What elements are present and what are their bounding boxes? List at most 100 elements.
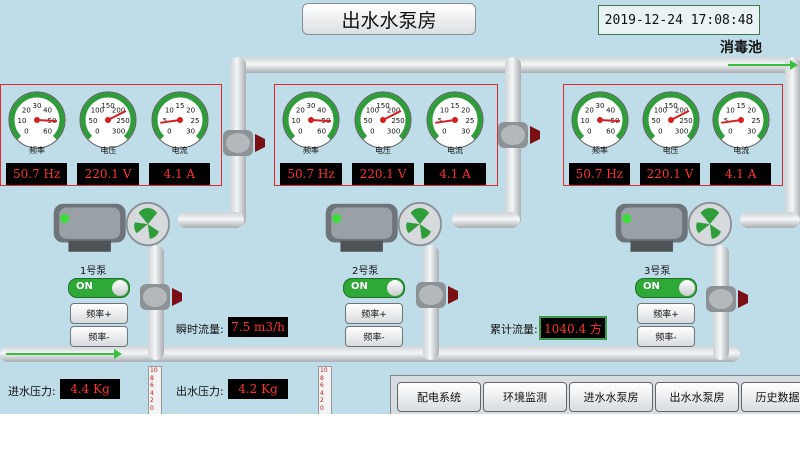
gauge-tick-label: 40 <box>317 106 326 114</box>
gauge-readout: 50.7 Hz <box>569 163 630 185</box>
gauge-readout: 50.7 Hz <box>280 163 342 185</box>
gauge-tick-label: 300 <box>112 128 125 136</box>
flow-arrow-top <box>728 60 798 70</box>
pump-2-on-toggle[interactable]: ON <box>343 278 405 298</box>
gauge-tick-label: 25 <box>752 117 761 125</box>
gauge-tick-label: 30 <box>33 102 42 110</box>
gauge-tick-label: 20 <box>296 106 305 114</box>
pipe-riser-3 <box>785 57 800 227</box>
nav-inlet-pump-room-button[interactable]: 进水水泵房 <box>569 382 653 412</box>
gauge-tick-label: 40 <box>43 106 52 114</box>
valve-icon[interactable] <box>221 126 271 160</box>
pump-3-on-toggle[interactable]: ON <box>635 278 697 298</box>
pressure-scale-tick: 4 <box>150 389 154 397</box>
gauge-readout: 220.1 V <box>77 163 139 185</box>
pump-name-2: 2号泵 <box>352 266 379 277</box>
pump-2-freq-down-button[interactable]: 频率- <box>345 326 403 347</box>
pump-3-freq-down-button[interactable]: 频率- <box>637 326 695 347</box>
gauge-readout: 50.7 Hz <box>6 163 68 185</box>
gauge-readout: 4.1 A <box>424 163 486 185</box>
gauge-tick-label: 60 <box>606 128 615 136</box>
nav-outlet-pump-room-button[interactable]: 出水水泵房 <box>655 382 739 412</box>
gauge-panel-2: 0102030405060频率50.7 Hz050100150200250300… <box>274 84 498 186</box>
pump-motor-icon <box>325 201 442 252</box>
gauge-tick-label: 15 <box>175 102 184 110</box>
gauge-caption: 电流 <box>733 146 750 155</box>
gauge-tick-label: 30 <box>596 102 605 110</box>
pump-name-1: 1号泵 <box>80 266 107 277</box>
pump-1-freq-down-button[interactable]: 频率- <box>70 326 128 347</box>
toggle-knob <box>112 280 128 296</box>
outlet-pressure-bar-gauge: 10 8 6 4 2 0 <box>318 366 332 414</box>
pressure-scale-tick: 6 <box>150 382 154 390</box>
gauge-tick-label: 30 <box>461 128 470 136</box>
gauge-tick-label: 20 <box>461 106 470 114</box>
page-title: 出水水泵房 <box>302 3 476 35</box>
gauge-tick-label: 60 <box>317 128 326 136</box>
datetime-display: 2019-12-24 17:08:48 <box>598 5 760 35</box>
gauge-tick-label: 300 <box>675 128 688 136</box>
gauge-needle <box>36 119 58 123</box>
gauge-tick-label: 0 <box>587 128 591 136</box>
gauge-tick-label: 300 <box>387 128 400 136</box>
pump-outlet-pipe-2 <box>452 212 520 228</box>
valve-icon[interactable] <box>414 278 464 312</box>
nav-history-data-button[interactable]: 历史数据表 <box>741 382 800 412</box>
gauge-tick-label: 250 <box>679 117 692 125</box>
pump-motor-icon <box>615 201 732 252</box>
pressure-scale-tick: 0 <box>320 405 324 412</box>
total-flow-label: 累计流量: <box>490 323 538 336</box>
gauge-panel-3: 0102030405060频率50.7 Hz050100150200250300… <box>563 84 783 186</box>
gauge-tick-label: 0 <box>442 128 446 136</box>
pump-motor-icon <box>53 201 170 252</box>
gauge-tick-label: 10 <box>292 117 301 125</box>
gauge-tick-label: 60 <box>43 128 52 136</box>
gauge-tick-label: 0 <box>728 128 732 136</box>
dial-gauge: 0102030405060 <box>8 91 66 149</box>
pressure-scale-tick: 2 <box>320 397 324 405</box>
gauge-tick-label: 10 <box>18 117 27 125</box>
gauge-tick-label: 50 <box>89 117 98 125</box>
gauge-caption: 电压 <box>375 146 391 155</box>
pump-1-on-toggle[interactable]: ON <box>68 278 130 298</box>
pressure-scale-tick: 4 <box>320 389 324 397</box>
gauge-tick-label: 15 <box>737 102 746 110</box>
valve-icon[interactable] <box>496 118 546 152</box>
pump-3-freq-up-button[interactable]: 频率+ <box>637 303 695 324</box>
valve-icon[interactable] <box>138 280 188 314</box>
dial-gauge: 051015202530 <box>426 91 484 149</box>
gauge-tick-label: 0 <box>370 128 374 136</box>
gauge-caption: 电流 <box>171 146 188 155</box>
gauge-tick-label: 20 <box>747 106 756 114</box>
gauge-tick-label: 20 <box>186 106 195 114</box>
pump-1-freq-up-button[interactable]: 频率+ <box>70 303 128 324</box>
gauge-tick-label: 10 <box>581 117 590 125</box>
valve-icon[interactable] <box>704 282 754 316</box>
total-flow-value: 1040.4 方 <box>539 316 607 340</box>
gauge-caption: 电流 <box>447 146 463 155</box>
gauge-tick-label: 10 <box>440 106 449 114</box>
pressure-scale-tick: 8 <box>150 374 154 382</box>
gauge-readout: 220.1 V <box>352 163 414 185</box>
instant-flow-label: 瞬时流量: <box>176 323 224 336</box>
pressure-scale-tick: 6 <box>320 382 324 390</box>
gauge-tick-label: 0 <box>24 128 28 136</box>
gauge-panel-1: 0102030405060频率50.7 Hz050100150200250300… <box>0 84 222 186</box>
gauge-needle <box>599 119 621 123</box>
dial-gauge: 050100150200250300 <box>642 91 700 149</box>
gauge-tick-label: 20 <box>585 106 594 114</box>
toggle-knob <box>387 280 403 296</box>
nav-power-system-button[interactable]: 配电系统 <box>397 382 481 412</box>
outlet-pressure-value: 4.2 Kg <box>228 379 288 399</box>
gauge-caption: 电压 <box>662 146 679 155</box>
gauge-tick-label: 250 <box>117 117 130 125</box>
pump-2-freq-up-button[interactable]: 频率+ <box>345 303 403 324</box>
gauge-needle <box>310 119 332 123</box>
gauge-tick-label: 30 <box>747 128 756 136</box>
disinfection-pool-label: 消毒池 <box>720 40 762 56</box>
gauge-readout: 220.1 V <box>639 163 701 185</box>
toggle-label: ON <box>643 281 660 292</box>
nav-environment-monitor-button[interactable]: 环境监测 <box>483 382 567 412</box>
pump-name-3: 3号泵 <box>644 266 671 277</box>
gauge-tick-label: 25 <box>466 117 475 125</box>
